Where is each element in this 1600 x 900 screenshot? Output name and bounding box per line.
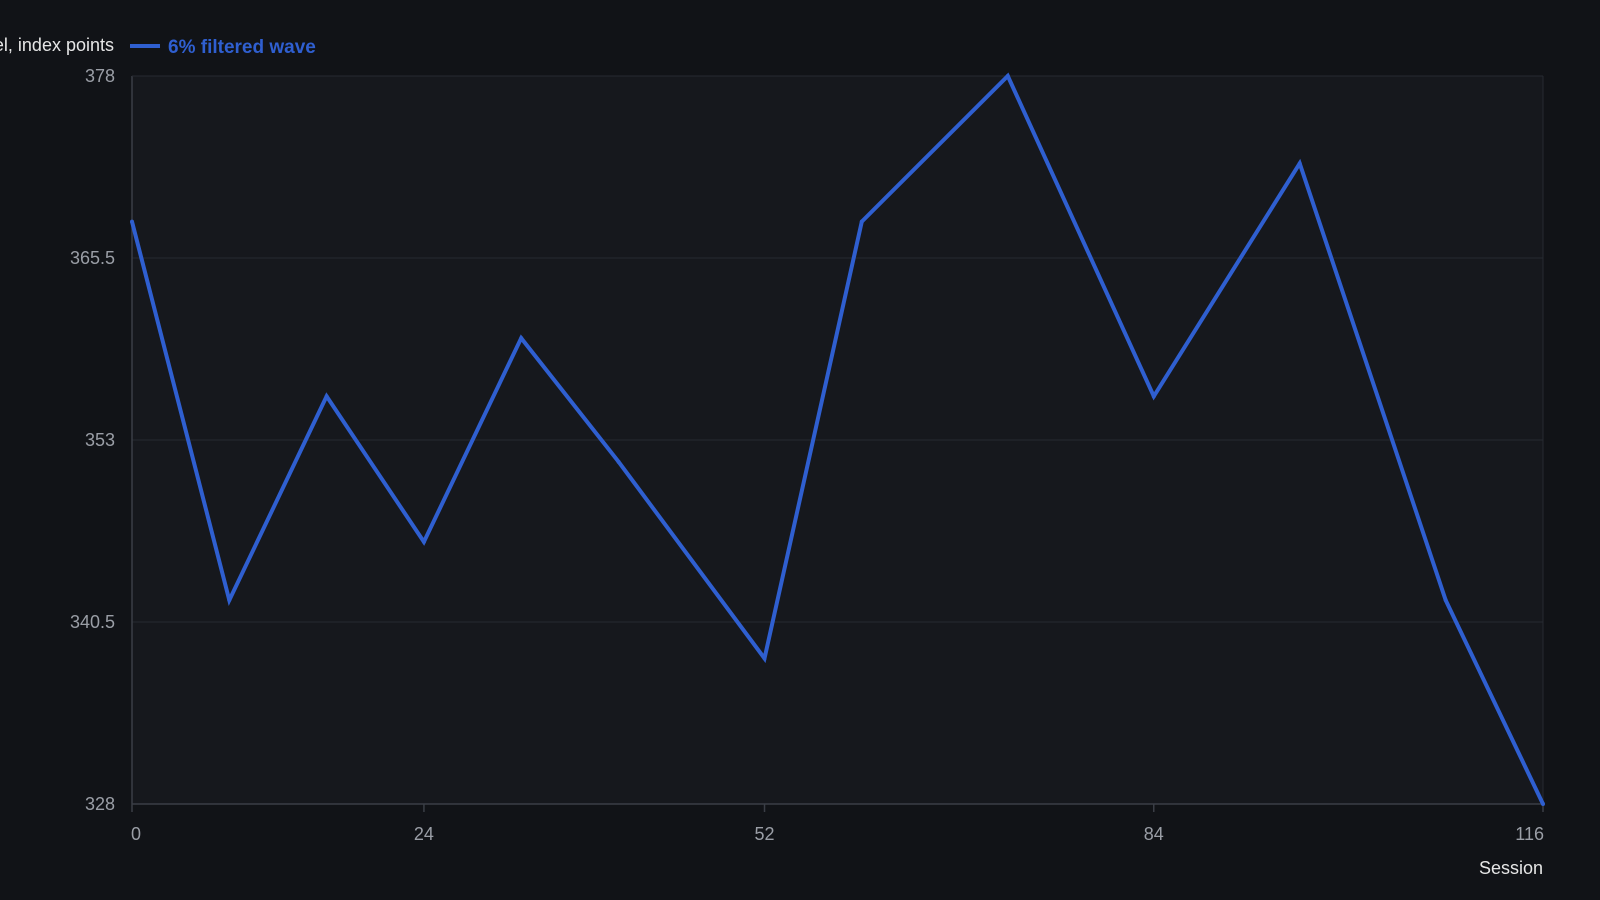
y-tick-label: 328 [85,794,115,814]
legend-label: 6% filtered wave [168,37,316,58]
x-tick-label: 84 [1144,824,1164,844]
data-point [519,336,524,341]
data-point [616,459,621,464]
y-axis-title: Level, index points [0,35,114,55]
data-point [1005,74,1010,78]
y-tick-label: 340.5 [70,612,115,632]
data-point [1297,161,1302,166]
data-point [859,219,864,224]
x-tick-label: 52 [755,824,775,844]
data-point [324,394,329,399]
y-tick-label: 378 [85,66,115,86]
y-tick-label: 353 [85,430,115,450]
data-point [130,219,134,224]
x-tick-label: 0 [131,824,141,844]
x-axis-title: Session [1479,858,1543,878]
data-point [1541,802,1545,806]
data-point [762,656,767,661]
data-point [421,539,426,544]
data-point [227,598,232,603]
chart-container: 328 340.5 353 365.5 378 0 24 52 84 116 Level, ind… [0,0,1600,900]
x-tick-label: 116 [1515,824,1544,844]
x-tick-label: 24 [414,824,434,844]
y-tick-label: 365.5 [70,248,115,268]
data-point [1151,394,1156,399]
data-point [1443,598,1448,603]
legend: Level, index points 6% filtered wave [0,35,316,58]
line-chart: 328 340.5 353 365.5 378 0 24 52 84 116 Level, ind… [0,35,1545,878]
